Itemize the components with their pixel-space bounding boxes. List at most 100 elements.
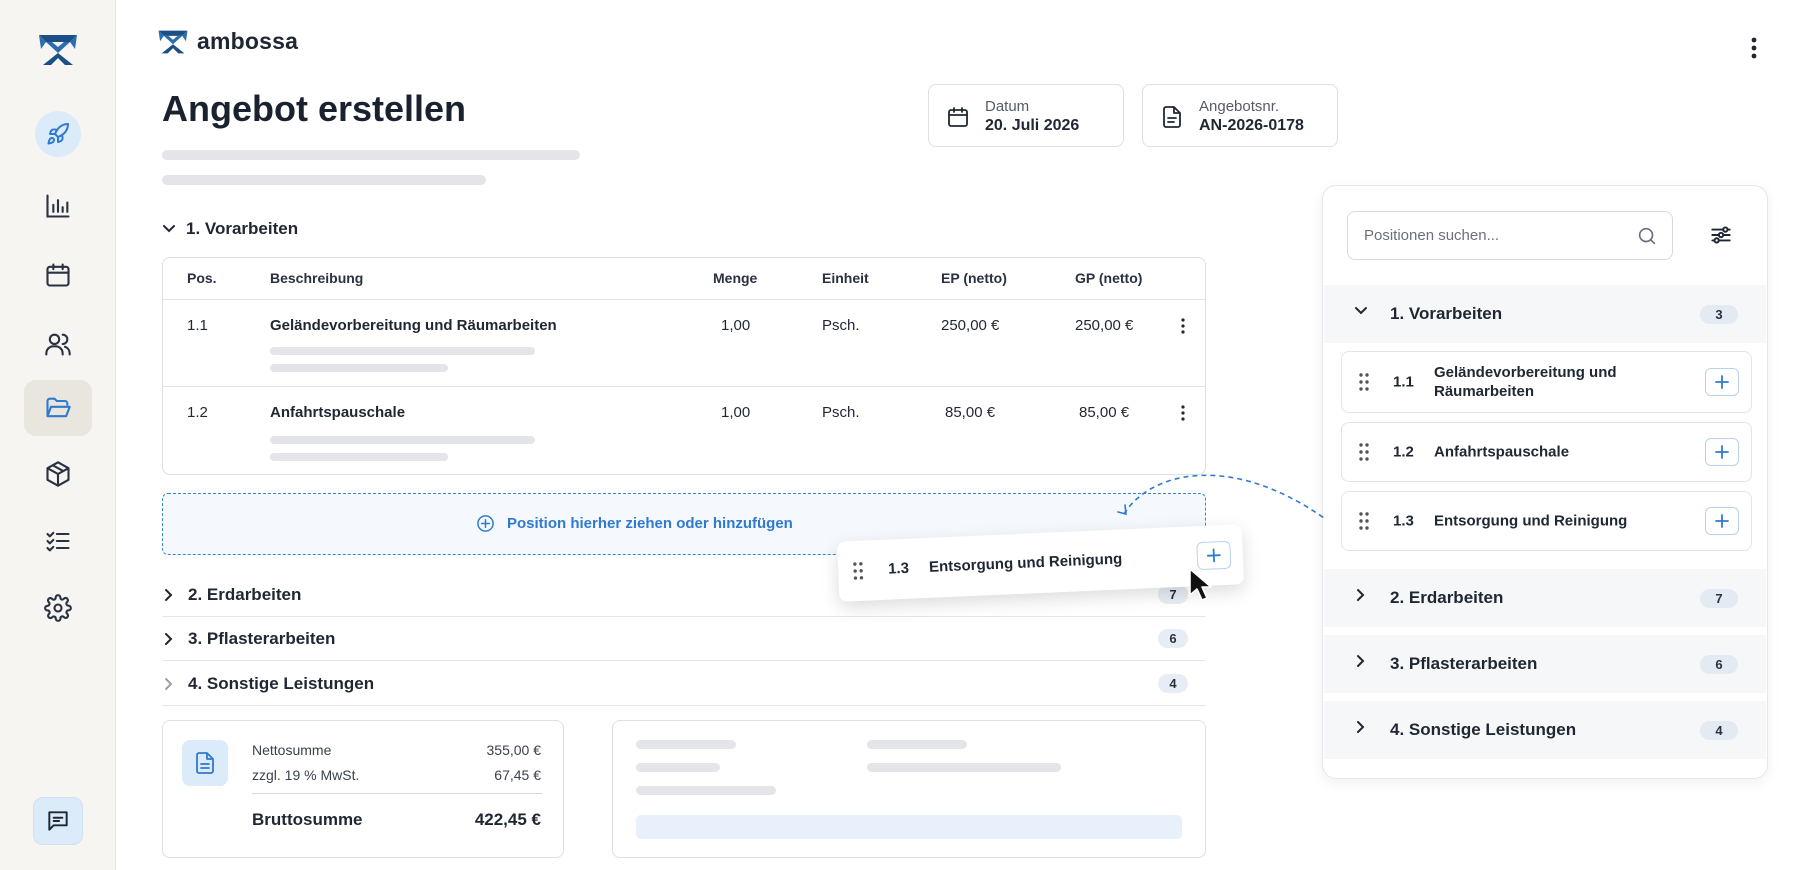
section-header-vorarbeiten[interactable]: 1. Vorarbeiten (162, 219, 298, 239)
add-item-button[interactable] (1705, 438, 1739, 466)
count-badge: 3 (1700, 304, 1738, 324)
plus-icon (1715, 445, 1729, 459)
search-icon[interactable] (1636, 225, 1658, 247)
skeleton-line (162, 175, 486, 185)
folder-icon[interactable] (24, 380, 92, 436)
box-icon[interactable] (24, 446, 92, 502)
row-menu-icon[interactable] (1180, 404, 1186, 422)
chevron-right-icon (165, 632, 173, 645)
item-label: Entsorgung und Reinigung (1434, 512, 1628, 530)
row-unit-price[interactable]: 250,00 € (941, 317, 999, 334)
group-sonstige-leistungen[interactable]: 4. Sonstige Leistungen 4 (162, 662, 1206, 706)
search-input[interactable] (1364, 212, 1624, 259)
row-quantity[interactable]: 1,00 (721, 317, 750, 334)
panel-group-pflasterarbeiten[interactable]: 3. Pflasterarbeiten 6 (1324, 635, 1766, 693)
chart-icon[interactable] (24, 178, 92, 234)
row-pos: 1.1 (187, 317, 208, 334)
sidebar (0, 0, 116, 870)
skeleton-line (636, 763, 720, 772)
item-pos: 1.2 (1393, 443, 1414, 461)
plus-icon (1206, 548, 1221, 563)
skeleton-line (162, 150, 580, 160)
count-badge: 4 (1700, 720, 1738, 740)
count-badge: 7 (1158, 585, 1188, 604)
drag-handle-icon[interactable] (852, 561, 865, 582)
row-description[interactable]: Anfahrtspauschale (270, 404, 405, 421)
row-unit[interactable]: Psch. (822, 404, 860, 421)
group-pflasterarbeiten[interactable]: 3. Pflasterarbeiten 6 (162, 617, 1206, 661)
brand[interactable]: ambossa (157, 28, 298, 55)
brand-name: ambossa (197, 28, 299, 54)
panel-group-sonstige-leistungen[interactable]: 4. Sonstige Leistungen 4 (1324, 701, 1766, 759)
chevron-right-icon (165, 677, 173, 690)
divider (162, 386, 1206, 387)
group-label: 3. Pflasterarbeiten (188, 628, 336, 648)
offer-number-box[interactable]: Angebotsnr. AN-2026-0178 (1142, 84, 1338, 147)
divider (252, 793, 542, 794)
net-sum-label: Nettosumme (252, 742, 332, 758)
panel-group-label: 2. Erdarbeiten (1390, 588, 1504, 607)
skeleton-line (270, 347, 535, 355)
add-item-button[interactable] (1705, 368, 1739, 396)
skeleton-line (867, 763, 1061, 772)
offer-number-label: Angebotsnr. (1199, 98, 1280, 115)
panel-item[interactable]: 1.1 Geländevorbereitung und Räumarbeiten (1341, 351, 1752, 413)
drag-handle-icon[interactable] (1358, 372, 1370, 392)
col-header-pos: Pos. (187, 270, 217, 286)
panel-group-vorarbeiten[interactable]: 1. Vorarbeiten 3 (1324, 285, 1766, 343)
add-item-button[interactable] (1705, 507, 1739, 535)
net-sum-value: 355,00 € (486, 742, 542, 758)
skeleton-line (270, 453, 448, 461)
rocket-icon[interactable] (35, 111, 81, 157)
row-description[interactable]: Geländevorbereitung und Räumarbeiten (270, 317, 557, 334)
brand-logo-icon (158, 30, 188, 53)
more-menu-icon[interactable] (1744, 34, 1764, 64)
users-icon[interactable] (24, 316, 92, 372)
calendar-icon[interactable] (24, 247, 92, 303)
filter-sliders-icon[interactable] (1708, 222, 1734, 248)
invoice-icon (182, 740, 228, 786)
item-pos: 1.1 (1393, 373, 1414, 391)
group-label: 2. Erdarbeiten (188, 584, 302, 604)
panel-item[interactable]: 1.3 Entsorgung und Reinigung (1341, 491, 1752, 551)
skeleton-line (636, 740, 736, 749)
row-unit[interactable]: Psch. (822, 317, 860, 334)
section-label: 1. Vorarbeiten (186, 219, 299, 238)
add-item-button[interactable] (1196, 540, 1232, 571)
chevron-down-icon (1355, 307, 1367, 315)
row-menu-icon[interactable] (1180, 317, 1186, 335)
document-icon (1163, 106, 1181, 128)
drag-handle-icon[interactable] (1358, 442, 1370, 462)
date-box[interactable]: Datum 20. Juli 2026 (928, 84, 1124, 147)
chevron-right-icon (1357, 721, 1365, 733)
row-quantity[interactable]: 1,00 (721, 404, 750, 421)
calendar-icon (948, 107, 968, 127)
count-badge: 6 (1158, 629, 1188, 648)
col-header-unit: Einheit (822, 270, 869, 286)
count-badge: 6 (1700, 654, 1738, 674)
drag-handle-icon[interactable] (1358, 511, 1370, 531)
date-label: Datum (985, 98, 1030, 115)
row-pos: 1.2 (187, 404, 208, 421)
col-header-total-price: GP (netto) (1075, 270, 1143, 286)
col-header-unit-price: EP (netto) (941, 270, 1007, 286)
gear-icon[interactable] (24, 580, 92, 636)
skeleton-bar (636, 815, 1182, 839)
chevron-right-icon (165, 588, 173, 601)
skeleton-line (270, 364, 448, 372)
page-title: Angebot erstellen (162, 88, 467, 129)
row-unit-price[interactable]: 85,00 € (945, 404, 995, 421)
panel-group-erdarbeiten[interactable]: 2. Erdarbeiten 7 (1324, 569, 1766, 627)
chat-icon[interactable] (33, 797, 83, 845)
chevron-down-icon (163, 225, 175, 233)
plus-icon (1715, 375, 1729, 389)
row-total-price: 85,00 € (1079, 404, 1130, 421)
plus-icon (1715, 514, 1729, 528)
checklist-icon[interactable] (24, 513, 92, 569)
logo-icon[interactable] (37, 33, 79, 67)
panel-group-label: 4. Sonstige Leistungen (1390, 720, 1577, 739)
search-field[interactable] (1347, 211, 1673, 260)
item-label: Anfahrtspauschale (1434, 443, 1570, 461)
chevron-right-icon (1357, 589, 1365, 601)
panel-item[interactable]: 1.2 Anfahrtspauschale (1341, 422, 1752, 482)
